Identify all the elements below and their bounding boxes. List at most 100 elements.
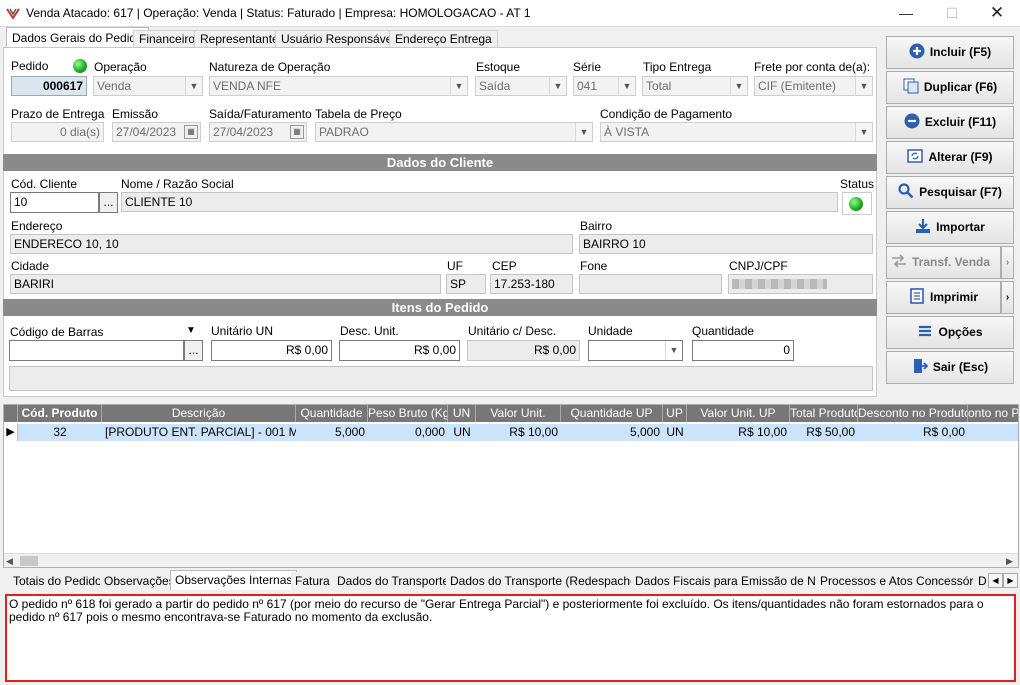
tab-dados-gerais[interactable]: Dados Gerais do Pedido xyxy=(6,27,149,48)
pedido-number-field: 000617 xyxy=(11,76,87,96)
codigo-barras-input[interactable] xyxy=(9,340,184,361)
excluir-button[interactable]: Excluir (F11) xyxy=(886,106,1014,139)
transf-venda-button[interactable]: Transf. Venda xyxy=(886,246,1001,279)
tab-financeiro[interactable]: Financeiro xyxy=(133,30,202,48)
opcoes-button[interactable]: Opções xyxy=(886,316,1014,349)
serie-select[interactable]: 041 ▼ xyxy=(573,76,636,96)
scroll-left-icon[interactable]: ◀ xyxy=(6,554,13,567)
scrollbar-thumb[interactable] xyxy=(20,556,38,566)
sair-button[interactable]: Sair (Esc) xyxy=(886,351,1014,384)
title-bar: Venda Atacado: 617 | Operação: Venda | S… xyxy=(0,0,1020,27)
cliente-lookup-button[interactable]: ... xyxy=(99,192,118,213)
table-row-desconto-produto[interactable]: R$ 0,00 xyxy=(858,424,968,441)
grid-header-indicator xyxy=(4,405,18,422)
grid-header-quantidade-up[interactable]: Quantidade UP xyxy=(561,405,663,422)
natureza-select[interactable]: VENDA NFE ▼ xyxy=(209,76,468,96)
sair-label: Sair (Esc) xyxy=(932,360,989,374)
calendar-icon[interactable]: ▦ xyxy=(184,125,198,139)
quantidade-input[interactable]: 0 xyxy=(692,340,794,361)
tipo-entrega-select[interactable]: Total ▼ xyxy=(642,76,748,96)
grid-header-desconto-pedido[interactable]: onto no P xyxy=(968,405,1018,422)
unitario-un-input[interactable]: R$ 0,00 xyxy=(211,340,332,361)
minus-circle-icon xyxy=(904,113,920,129)
condicao-select[interactable]: À VISTA ▼ xyxy=(600,122,873,142)
unidade-label: Unidade xyxy=(588,324,633,338)
table-row-valor-unit-up[interactable]: R$ 10,00 xyxy=(687,424,790,441)
grid-header-cod-produto[interactable]: Cód. Produto xyxy=(18,405,102,422)
grid-header-valor-unit[interactable]: Valor Unit. xyxy=(476,405,561,422)
calendar-icon[interactable]: ▦ xyxy=(290,125,304,139)
menu-icon xyxy=(919,326,932,337)
table-row-cod[interactable]: 32 xyxy=(18,424,102,441)
grid-header-valor-unit-up[interactable]: Valor Unit. UP xyxy=(687,405,790,422)
observacoes-internas-textarea[interactable]: O pedido nº 618 foi gerado a partir do p… xyxy=(5,594,1016,682)
chevron-down-icon: ▼ xyxy=(575,123,592,141)
grid-header-total-produto[interactable]: Total Produto xyxy=(790,405,858,422)
table-row-desconto-pedido[interactable] xyxy=(968,424,1018,441)
fone-label: Fone xyxy=(580,259,608,273)
prazo-field[interactable]: 0 dia(s) xyxy=(11,122,104,142)
table-row-quantidade-up[interactable]: 5,000 xyxy=(561,424,663,441)
table-row-un[interactable]: UN xyxy=(448,424,476,441)
tab-dados-transporte-redespacho[interactable]: Dados do Transporte (Redespacho) xyxy=(446,572,646,590)
exit-icon xyxy=(913,359,928,374)
produto-lookup-button[interactable]: ... xyxy=(184,340,203,361)
table-row-descricao[interactable]: [PRODUTO ENT. PARCIAL] - 001 MS xyxy=(102,424,296,441)
imprimir-button[interactable]: Imprimir xyxy=(886,281,1001,314)
prazo-label: Prazo de Entrega xyxy=(11,107,105,121)
duplicar-button[interactable]: Duplicar (F6) xyxy=(886,71,1014,104)
tab-observacoes[interactable]: Observações xyxy=(100,572,180,590)
saida-date-field[interactable]: 27/04/2023 ▦ xyxy=(209,122,307,142)
tab-scroll-right-icon[interactable]: ▶ xyxy=(1003,573,1018,588)
tab-dados-transporte[interactable]: Dados do Transporte xyxy=(333,572,455,590)
table-row-peso[interactable]: 0,000 xyxy=(368,424,448,441)
tab-observacoes-internas[interactable]: Observações Internas xyxy=(170,570,298,590)
plus-circle-icon xyxy=(909,43,925,59)
tab-endereco-entrega[interactable]: Endereço Entrega xyxy=(389,30,498,48)
importar-button[interactable]: Importar xyxy=(886,211,1014,244)
table-row-up[interactable]: UN xyxy=(663,424,687,441)
table-row-total-produto[interactable]: R$ 50,00 xyxy=(790,424,858,441)
grid-horizontal-scrollbar[interactable]: ◀ ▶ xyxy=(4,553,1018,567)
bairro-label: Bairro xyxy=(580,219,613,233)
grid-header-descricao[interactable]: Descrição xyxy=(102,405,296,422)
alterar-button[interactable]: Alterar (F9) xyxy=(886,141,1014,174)
operacao-select[interactable]: Venda ▼ xyxy=(93,76,203,96)
tab-dados-fiscais[interactable]: Dados Fiscais para Emissão de NFe xyxy=(631,572,835,590)
minimize-icon[interactable]: — xyxy=(883,0,929,27)
scroll-right-icon[interactable]: ▶ xyxy=(1006,554,1013,567)
grid-header-peso-bruto[interactable]: Peso Bruto (Kg) xyxy=(368,405,448,422)
codigo-barras-dropdown-icon[interactable]: ▼ xyxy=(186,325,196,336)
quantidade-label: Quantidade xyxy=(692,324,755,338)
transf-venda-arrow-icon[interactable]: › xyxy=(1001,246,1014,279)
maximize-icon[interactable]: ☐ xyxy=(929,0,975,27)
tab-usuario-responsavel[interactable]: Usuário Responsável xyxy=(275,30,402,48)
table-row-valor-unit[interactable]: R$ 10,00 xyxy=(476,424,561,441)
grid-header-up[interactable]: UP xyxy=(663,405,687,422)
grid-header-un[interactable]: UN xyxy=(448,405,476,422)
estoque-select[interactable]: Saída ▼ xyxy=(475,76,567,96)
grid-header-desconto-produto[interactable]: Desconto no Produto xyxy=(858,405,968,422)
tab-scroll-left-icon[interactable]: ◀ xyxy=(988,573,1003,588)
items-grid[interactable]: Cód. Produto Descrição Quantidade Peso B… xyxy=(3,404,1019,568)
table-row-quantidade[interactable]: 5,000 xyxy=(296,424,368,441)
pedido-status-led-icon xyxy=(73,59,87,73)
grid-header-quantidade[interactable]: Quantidade xyxy=(296,405,368,422)
unidade-select[interactable]: ▼ xyxy=(588,340,683,361)
endereco-label: Endereço xyxy=(11,219,63,233)
emissao-date-field[interactable]: 27/04/2023 ▦ xyxy=(112,122,201,142)
tabela-select[interactable]: PADRAO ▼ xyxy=(315,122,593,142)
tab-fatura[interactable]: Fatura xyxy=(291,572,335,590)
pesquisar-button[interactable]: Pesquisar (F7) xyxy=(886,176,1014,209)
imprimir-arrow-icon[interactable]: › xyxy=(1001,281,1014,314)
tab-representante[interactable]: Representante xyxy=(194,30,285,48)
desc-unit-input[interactable]: R$ 0,00 xyxy=(339,340,460,361)
incluir-button[interactable]: Incluir (F5) xyxy=(886,36,1014,69)
close-icon[interactable]: ✕ xyxy=(974,0,1020,27)
codigo-barras-label: Código de Barras xyxy=(10,325,104,339)
cod-cliente-input[interactable]: 10 xyxy=(10,192,99,213)
tab-processos-atos[interactable]: Processos e Atos Concessório xyxy=(816,572,988,590)
tab-totais-pedido[interactable]: Totais do Pedido xyxy=(9,572,107,590)
frete-select[interactable]: CIF (Emitente) ▼ xyxy=(754,76,873,96)
endereco-field: ENDERECO 10, 10 xyxy=(10,234,573,254)
